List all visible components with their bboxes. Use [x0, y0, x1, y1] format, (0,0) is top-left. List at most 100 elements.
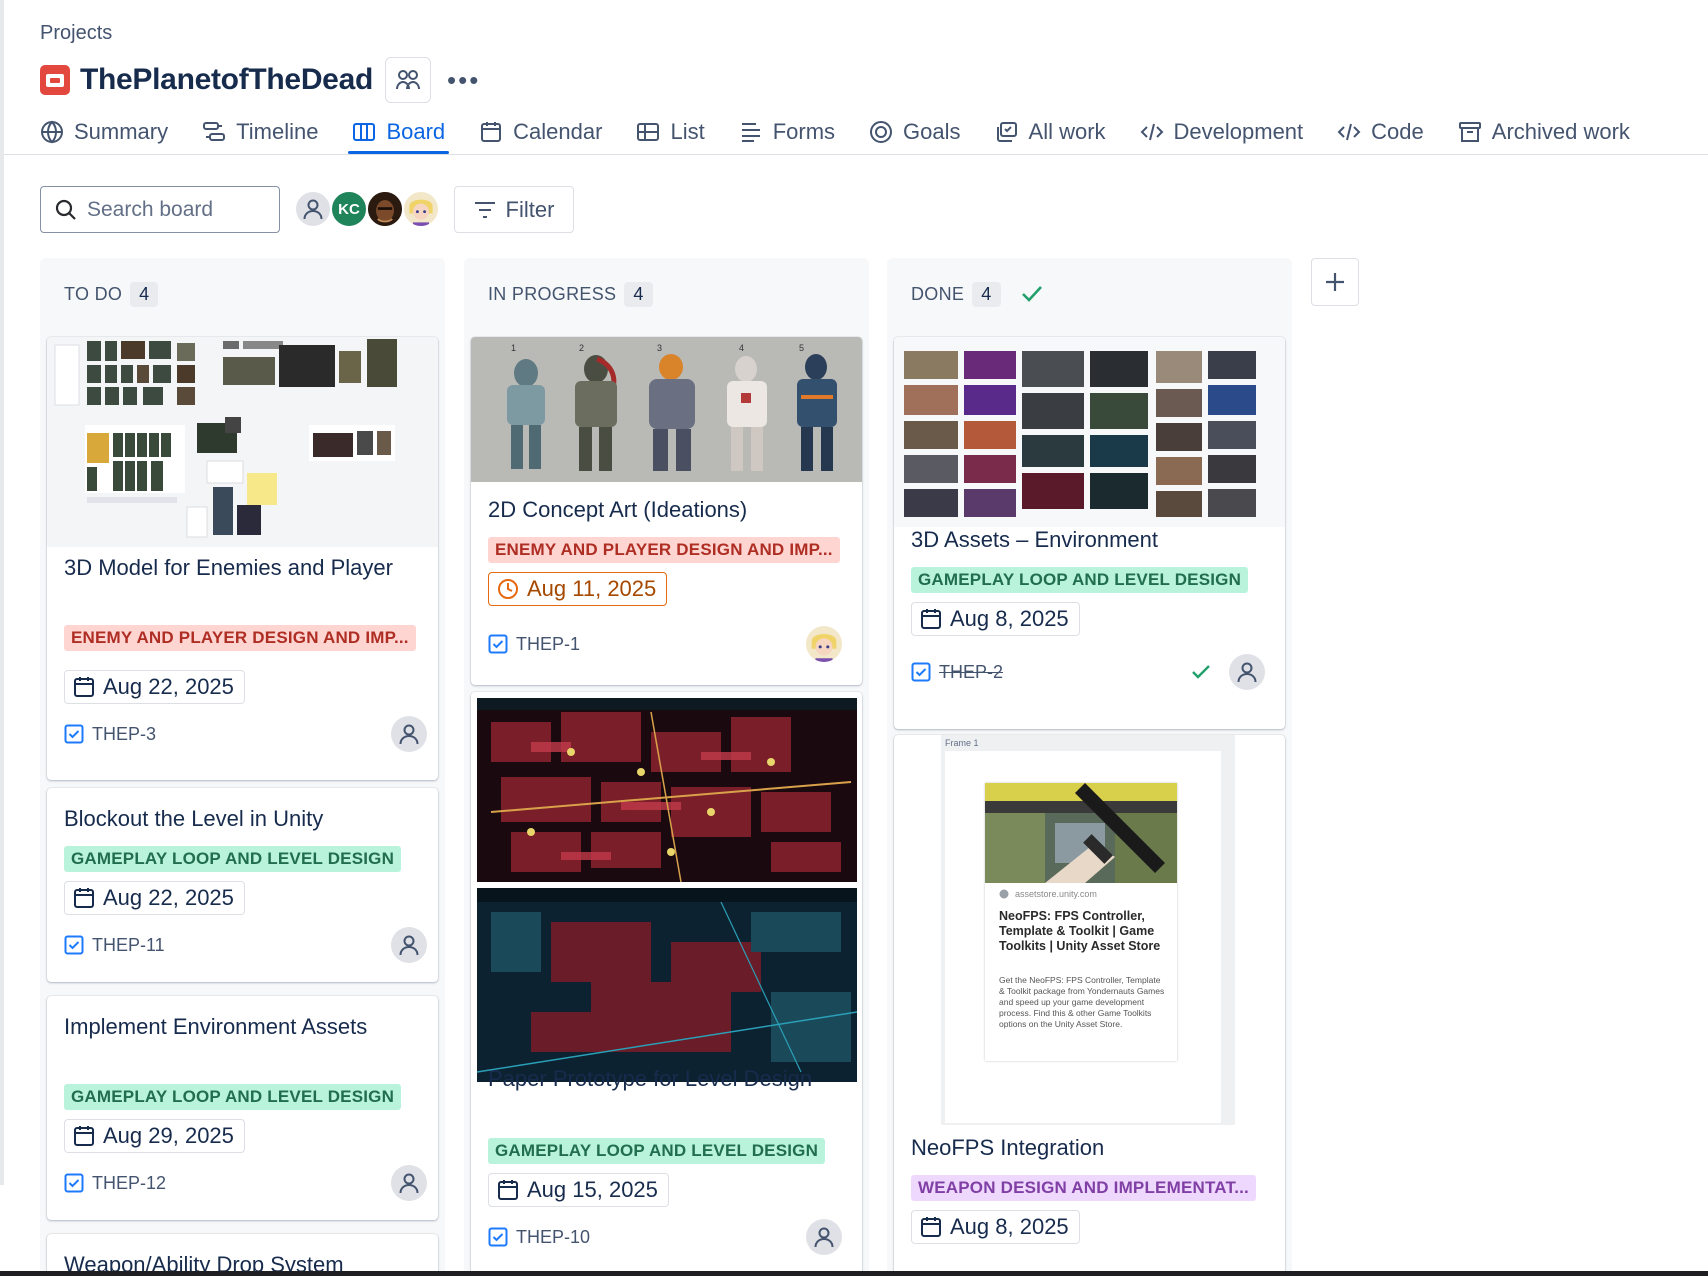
calendar-icon	[498, 1180, 518, 1200]
column-header[interactable]: TO DO 4	[64, 280, 159, 308]
add-column-button[interactable]	[1311, 258, 1359, 306]
issue-key[interactable]: THEP-12	[64, 1169, 166, 1197]
card-cover-frame: Frame 1 assetstore.unity.com NeoFPS: FPS…	[941, 735, 1235, 1125]
issue-card[interactable]: Frame 1 assetstore.unity.com NeoFPS: FPS…	[894, 735, 1285, 1276]
cover-number: 3	[657, 343, 662, 353]
list-icon	[637, 123, 660, 141]
filter-button[interactable]: Filter	[454, 186, 574, 233]
frame-page: assetstore.unity.com NeoFPS: FPS Control…	[945, 751, 1221, 1123]
team-button[interactable]	[384, 57, 431, 103]
resolved-check-icon	[1192, 665, 1210, 679]
assignee-avatar[interactable]	[806, 1219, 842, 1255]
column-todo: TO DO 4 3D Model for Enemies and Player …	[40, 258, 445, 1276]
due-date[interactable]: Aug 29, 2025	[64, 1119, 245, 1153]
column-name: TO DO	[64, 283, 123, 304]
assignee-avatar[interactable]	[1229, 654, 1265, 690]
plus-icon	[1326, 273, 1344, 291]
avatar-cartoon[interactable]	[402, 190, 440, 228]
cartoon-face-icon	[811, 634, 837, 662]
task-checkbox-icon	[64, 1173, 84, 1193]
column-count: 4	[972, 281, 1001, 307]
card-cover-image	[894, 337, 1285, 527]
done-check-icon	[1021, 286, 1042, 302]
tab-label: Development	[1173, 119, 1304, 144]
epic-label[interactable]: GAMEPLAY LOOP AND LEVEL DESIGN	[64, 846, 402, 872]
project-icon	[40, 65, 70, 95]
page-title: ThePlanetofTheDead	[80, 63, 373, 96]
issue-card[interactable]: Implement Environment Assets GAMEPLAY LO…	[47, 996, 438, 1220]
task-checkbox-icon	[488, 634, 508, 654]
tab-label: Code	[1371, 119, 1424, 144]
epic-label[interactable]: GAMEPLAY LOOP AND LEVEL DESIGN	[911, 567, 1249, 593]
avatar-photo[interactable]	[366, 190, 404, 228]
issue-key[interactable]: THEP-3	[64, 720, 156, 748]
column-header[interactable]: IN PROGRESS 4	[488, 280, 653, 308]
tab-board[interactable]: Board	[348, 110, 449, 154]
avatar-unassigned[interactable]	[294, 190, 332, 228]
timeline-icon	[203, 122, 226, 141]
issue-card[interactable]: Blockout the Level in Unity GAMEPLAY LOO…	[47, 788, 438, 982]
tab-label: Archived work	[1491, 119, 1630, 144]
card-title: Blockout the Level in Unity	[64, 806, 324, 831]
epic-label[interactable]: WEAPON DESIGN AND IMPLEMENTAT...	[911, 1175, 1256, 1201]
unity-logo-icon	[999, 889, 1009, 899]
person-icon	[1237, 662, 1257, 683]
column-header[interactable]: DONE 4	[911, 280, 1043, 308]
issue-key-text: THEP-1	[516, 633, 581, 654]
assignee-avatar[interactable]	[391, 1165, 427, 1201]
issue-card[interactable]: Paper Prototype for Level Design GAMEPLA…	[471, 692, 862, 1276]
tab-goals[interactable]: Goals	[869, 110, 961, 154]
epic-label[interactable]: GAMEPLAY LOOP AND LEVEL DESIGN	[64, 1084, 402, 1110]
issue-card[interactable]: 3D Model for Enemies and Player ENEMY AN…	[47, 337, 438, 780]
search-icon	[55, 199, 76, 220]
due-date[interactable]: Aug 8, 2025	[911, 1210, 1080, 1244]
preview-site-text: assetstore.unity.com	[1015, 889, 1097, 899]
tab-forms[interactable]: Forms	[739, 110, 835, 154]
search-input[interactable]	[87, 197, 267, 222]
all-work-icon	[996, 122, 1017, 142]
avatar-kc[interactable]: KC	[330, 190, 368, 228]
tab-summary[interactable]: Summary	[40, 110, 168, 154]
due-date-text: Aug 11, 2025	[527, 576, 657, 601]
breadcrumb[interactable]: Projects	[40, 22, 112, 45]
search-box[interactable]	[40, 186, 280, 233]
epic-label[interactable]: ENEMY AND PLAYER DESIGN AND IMP...	[64, 625, 416, 651]
epic-label[interactable]: GAMEPLAY LOOP AND LEVEL DESIGN	[488, 1138, 826, 1164]
assignee-avatar[interactable]	[391, 716, 427, 752]
issue-key[interactable]: THEP-2	[911, 658, 1003, 686]
issue-card[interactable]: 3D Assets – Environment GAMEPLAY LOOP AN…	[894, 337, 1285, 729]
assignee-avatar[interactable]	[391, 927, 427, 963]
due-date[interactable]: Aug 8, 2025	[911, 602, 1080, 636]
tab-archived-work[interactable]: Archived work	[1458, 110, 1630, 154]
tab-development[interactable]: Development	[1140, 110, 1304, 154]
tabs-divider	[4, 154, 1708, 155]
card-cover-image: 1 2 3 4 5	[471, 337, 862, 482]
due-date-text: Aug 8, 2025	[950, 1214, 1069, 1239]
tab-code[interactable]: Code	[1337, 110, 1424, 154]
due-date[interactable]: Aug 22, 2025	[64, 670, 245, 704]
tab-timeline[interactable]: Timeline	[202, 110, 318, 154]
due-date[interactable]: Aug 15, 2025	[488, 1173, 669, 1207]
tab-list[interactable]: List	[636, 110, 705, 154]
issue-key[interactable]: THEP-11	[64, 931, 165, 959]
tab-calendar[interactable]: Calendar	[479, 110, 602, 154]
more-actions-button[interactable]: •••	[447, 67, 480, 93]
epic-label[interactable]: ENEMY AND PLAYER DESIGN AND IMP...	[488, 537, 840, 563]
task-checkbox-icon	[911, 662, 931, 682]
frame-label: Frame 1	[945, 738, 979, 748]
calendar-icon	[74, 677, 94, 697]
due-date[interactable]: Aug 22, 2025	[64, 881, 245, 915]
assignee-avatar[interactable]	[806, 626, 842, 662]
issue-card[interactable]: Weapon/Ability Drop System	[47, 1234, 438, 1276]
issue-key[interactable]: THEP-10	[488, 1223, 590, 1251]
tab-label: Forms	[772, 119, 836, 144]
forms-icon	[741, 123, 760, 142]
calendar-icon	[74, 1126, 94, 1146]
issue-card[interactable]: 1 2 3 4 5 2D Concept Art (Ideations) ENEMY A…	[471, 337, 862, 685]
due-date[interactable]: Aug 11, 2025	[488, 572, 668, 606]
task-checkbox-icon	[64, 724, 84, 744]
tab-all-work[interactable]: All work	[995, 110, 1106, 154]
issue-key[interactable]: THEP-1	[488, 630, 580, 658]
card-cover-image	[471, 692, 862, 1088]
task-checkbox-icon	[64, 935, 84, 955]
